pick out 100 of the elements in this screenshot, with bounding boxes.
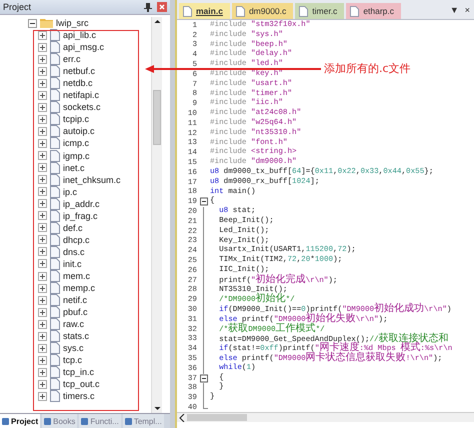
file-name: init.c bbox=[63, 258, 82, 269]
expand-icon[interactable] bbox=[38, 356, 47, 365]
scrollbar[interactable] bbox=[151, 17, 162, 413]
scroll-thumb[interactable] bbox=[153, 90, 161, 145]
file-name: icmp.c bbox=[63, 138, 90, 148]
file-tab[interactable]: timer.c bbox=[295, 3, 344, 19]
expand-icon[interactable] bbox=[38, 102, 47, 112]
expand-icon[interactable] bbox=[38, 151, 47, 160]
file-tab[interactable]: dm9000.c bbox=[232, 3, 294, 19]
expand-icon[interactable] bbox=[38, 66, 47, 76]
expand-icon[interactable] bbox=[38, 392, 47, 401]
close-icon[interactable] bbox=[157, 2, 167, 12]
file-name: sys.c bbox=[63, 343, 84, 354]
tree-item[interactable]: sockets.c bbox=[38, 101, 101, 114]
expand-icon[interactable] bbox=[38, 284, 47, 293]
file-icon bbox=[50, 101, 60, 114]
tree-item[interactable]: timers.c bbox=[38, 390, 94, 402]
expand-icon[interactable] bbox=[38, 223, 47, 232]
expand-icon[interactable] bbox=[38, 126, 47, 136]
expand-icon[interactable] bbox=[38, 30, 47, 40]
file-icon bbox=[50, 222, 60, 234]
expand-icon[interactable] bbox=[38, 78, 47, 88]
tree-item[interactable]: raw.c bbox=[38, 318, 84, 330]
tree-item[interactable]: stats.c bbox=[38, 330, 90, 342]
tree-item[interactable]: netif.c bbox=[38, 294, 88, 306]
file-icon bbox=[50, 137, 60, 150]
panel-tab[interactable]: Project bbox=[0, 414, 40, 428]
tree-item[interactable]: mem.c bbox=[38, 270, 90, 282]
expand-icon[interactable] bbox=[38, 344, 47, 353]
pin-icon[interactable] bbox=[144, 2, 152, 12]
dropdown-icon[interactable]: ▼ bbox=[450, 5, 459, 15]
expand-icon[interactable] bbox=[38, 187, 47, 196]
tree-item[interactable]: netifapi.c bbox=[38, 89, 100, 102]
file-tab[interactable]: etharp.c bbox=[346, 3, 402, 19]
tree-item[interactable]: err.c bbox=[38, 53, 81, 66]
collapse-icon[interactable] bbox=[200, 197, 208, 208]
expand-icon[interactable] bbox=[38, 296, 47, 305]
file-name: tcp.c bbox=[63, 355, 82, 366]
file-icon bbox=[50, 162, 60, 174]
file-icon bbox=[50, 174, 60, 186]
tree-item[interactable]: inet.c bbox=[38, 162, 85, 174]
tree-item[interactable]: api_lib.c bbox=[38, 29, 96, 42]
expand-icon[interactable] bbox=[38, 54, 47, 64]
tree-item[interactable]: lwip_src bbox=[28, 17, 89, 30]
close-icon[interactable]: × bbox=[464, 5, 470, 15]
file-name: dhcp.c bbox=[63, 234, 90, 245]
file-icon bbox=[50, 282, 60, 294]
tree-item[interactable]: inet_chksum.c bbox=[38, 174, 121, 186]
file-tab[interactable]: main.c bbox=[179, 3, 230, 19]
scroll-up-icon[interactable] bbox=[152, 17, 162, 26]
tree-item[interactable]: icmp.c bbox=[38, 137, 90, 150]
tree-item[interactable]: autoip.c bbox=[38, 125, 95, 138]
expand-icon[interactable] bbox=[38, 42, 47, 52]
expand-icon[interactable] bbox=[38, 211, 47, 220]
tree-item[interactable]: ip_addr.c bbox=[38, 198, 100, 210]
file-name: tcp_out.c bbox=[63, 379, 100, 390]
tree-item[interactable]: def.c bbox=[38, 222, 83, 234]
file-icon bbox=[299, 6, 308, 16]
tree-item[interactable]: init.c bbox=[38, 258, 82, 270]
expand-icon[interactable] bbox=[38, 247, 47, 256]
expand-icon[interactable] bbox=[38, 138, 47, 148]
collapse-icon[interactable] bbox=[28, 18, 37, 28]
expand-icon[interactable] bbox=[38, 114, 47, 124]
tree-item[interactable]: pbuf.c bbox=[38, 306, 88, 318]
expand-icon[interactable] bbox=[38, 199, 47, 208]
file-icon bbox=[50, 306, 60, 318]
expand-icon[interactable] bbox=[38, 163, 47, 172]
file-icon bbox=[50, 150, 60, 162]
tree-item[interactable]: tcp_out.c bbox=[38, 378, 100, 390]
tree-item[interactable]: tcp_in.c bbox=[38, 366, 94, 378]
tree-item[interactable]: tcp.c bbox=[38, 354, 82, 366]
tree-item[interactable]: netbuf.c bbox=[38, 65, 96, 78]
tree-item[interactable]: dns.c bbox=[38, 246, 85, 258]
tree-item[interactable]: api_msg.c bbox=[38, 41, 104, 54]
expand-icon[interactable] bbox=[38, 332, 47, 341]
file-icon bbox=[50, 29, 60, 42]
file-icon bbox=[350, 6, 360, 16]
expand-icon[interactable] bbox=[38, 259, 47, 268]
tree-item[interactable]: igmp.c bbox=[38, 150, 90, 162]
tree-item[interactable]: ip.c bbox=[38, 186, 78, 198]
file-name: igmp.c bbox=[63, 150, 90, 161]
expand-icon[interactable] bbox=[38, 235, 47, 244]
expand-icon[interactable] bbox=[38, 90, 47, 100]
expand-icon[interactable] bbox=[38, 175, 47, 184]
tree-item[interactable]: dhcp.c bbox=[38, 234, 90, 246]
expand-icon[interactable] bbox=[38, 308, 47, 317]
expand-icon[interactable] bbox=[38, 380, 47, 389]
scroll-thumb[interactable] bbox=[187, 414, 247, 421]
collapse-icon[interactable] bbox=[200, 374, 208, 384]
file-icon bbox=[50, 65, 60, 78]
tree-item[interactable]: sys.c bbox=[38, 342, 84, 354]
tree-item[interactable]: netdb.c bbox=[38, 77, 93, 90]
expand-icon[interactable] bbox=[38, 272, 47, 280]
scroll-left-icon[interactable] bbox=[179, 414, 185, 422]
tree-item[interactable]: ip_frag.c bbox=[38, 210, 98, 222]
tree-item[interactable]: tcpip.c bbox=[38, 113, 90, 126]
scrollbar[interactable] bbox=[177, 412, 474, 422]
expand-icon[interactable] bbox=[38, 320, 47, 329]
expand-icon[interactable] bbox=[38, 368, 47, 377]
tree-item[interactable]: memp.c bbox=[38, 282, 96, 294]
